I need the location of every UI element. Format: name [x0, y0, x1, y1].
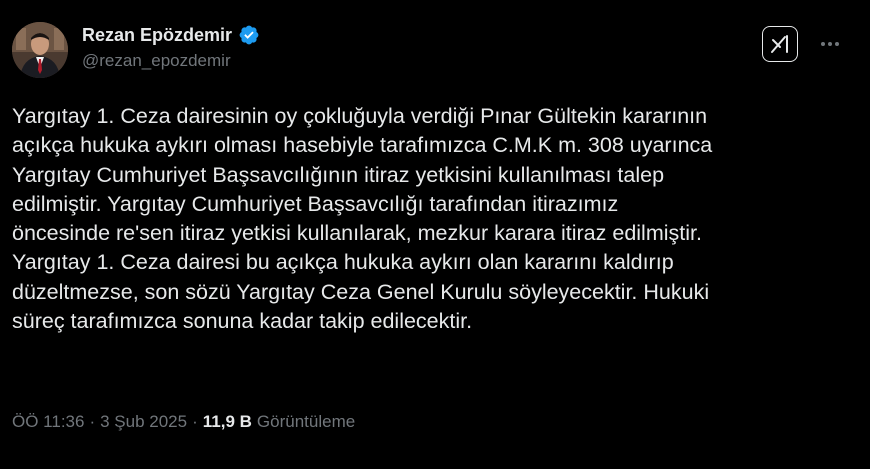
- views-label: Görüntüleme: [256, 412, 356, 431]
- grok-icon: [771, 35, 788, 53]
- tweet-text-line: açıkça hukuka aykırı olması hasebiyle ta…: [12, 133, 713, 158]
- header-actions: [762, 26, 848, 62]
- tweet-text-line: düzeltmezse, son sözü Yargıtay Ceza Gene…: [12, 279, 710, 304]
- author-info: Rezan Epözdemir @rezan_epozdemir: [82, 24, 260, 71]
- more-options-icon: [821, 42, 839, 46]
- verified-badge-icon[interactable]: [238, 24, 260, 46]
- tweet-text-line: süreç tarafımızca sonuna kadar takip edi…: [12, 309, 473, 334]
- avatar[interactable]: [12, 22, 68, 78]
- tweet-text-line: Yargıtay 1. Ceza dairesi bu açıkça hukuk…: [12, 250, 674, 275]
- tweet-text-line: öncesinde re'sen itiraz yetkisi kullanıl…: [12, 221, 702, 246]
- tweet-text-line: edilmiştir. Yargıtay Cumhuriyet Başsavcı…: [12, 191, 619, 216]
- tweet-text: Yargıtay 1. Ceza dairesinin oy çokluğuyl…: [12, 102, 862, 336]
- tweet-meta: ÖÖ 11:36 · 3 Şub 2025 · 11,9 B Görüntüle…: [12, 412, 355, 432]
- grok-button[interactable]: [762, 26, 798, 62]
- tweet-text-line: Yargıtay 1. Ceza dairesinin oy çokluğuyl…: [12, 104, 708, 128]
- meta-separator: ·: [89, 412, 96, 431]
- meta-separator: ·: [192, 412, 198, 431]
- author-display-name[interactable]: Rezan Epözdemir: [82, 25, 232, 46]
- tweet-text-line: Yargıtay Cumhuriyet Başsavcılığının itir…: [12, 162, 665, 187]
- tweet-header: Rezan Epözdemir @rezan_epozdemir: [12, 16, 858, 80]
- avatar-photo: [12, 22, 68, 78]
- more-options-button[interactable]: [812, 26, 848, 62]
- tweet-date[interactable]: 3 Şub 2025: [100, 412, 187, 432]
- views-count: 11,9 B: [202, 412, 252, 431]
- author-handle[interactable]: @rezan_epozdemir: [82, 51, 260, 71]
- tweet-time[interactable]: ÖÖ 11:36: [12, 412, 84, 432]
